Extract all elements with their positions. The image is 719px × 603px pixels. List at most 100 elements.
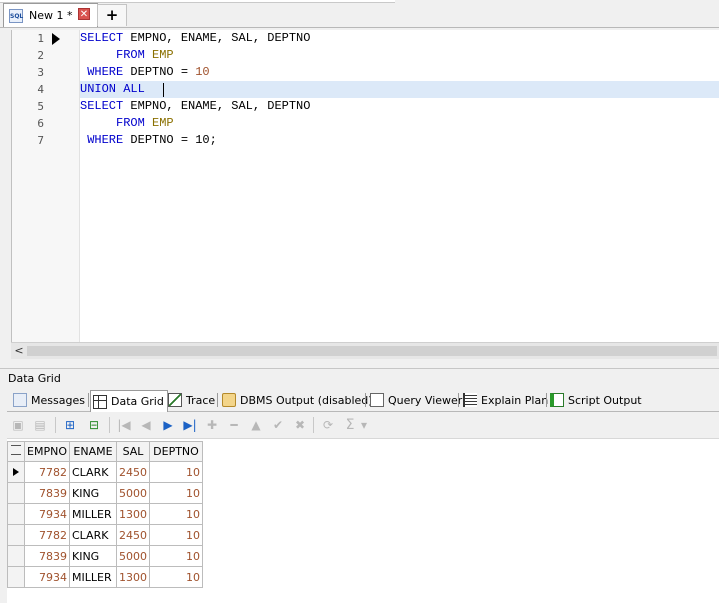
- code-line[interactable]: SELECT EMPNO, ENAME, SAL, DEPTNO: [80, 98, 719, 115]
- cell-empno[interactable]: 7934: [24, 503, 70, 525]
- query-viewer-icon: [370, 393, 384, 407]
- export-icon[interactable]: ▣: [9, 416, 27, 434]
- table-row[interactable]: 7782 CLARK 2450 10: [7, 524, 203, 546]
- line-number: 1: [37, 32, 44, 45]
- code-line[interactable]: FROM EMP: [80, 47, 719, 64]
- edit-record-icon[interactable]: ▲: [247, 416, 265, 434]
- data-grid-area: EMPNO ENAME SAL DEPTNO 7782 CLARK 2450 10 78…: [7, 439, 719, 603]
- table-row[interactable]: 7934 MILLER 1300 10: [7, 566, 203, 588]
- cell-sal[interactable]: 5000: [116, 545, 150, 567]
- table-row[interactable]: 7934 MILLER 1300 10: [7, 503, 203, 525]
- data-grid[interactable]: EMPNO ENAME SAL DEPTNO 7782 CLARK 2450 10 78…: [7, 441, 203, 588]
- close-tab-icon[interactable]: ✕: [78, 8, 90, 20]
- cell-ename[interactable]: MILLER: [69, 503, 117, 525]
- panel-title-label: Data Grid: [8, 372, 61, 385]
- tab-query-viewer[interactable]: Query Viewer: [370, 390, 462, 410]
- cell-deptno[interactable]: 10: [149, 566, 203, 588]
- table-row[interactable]: 7839 KING 5000 10: [7, 482, 203, 504]
- insert-record-icon[interactable]: ✚: [203, 416, 221, 434]
- code-token: FROM: [80, 48, 145, 62]
- cell-sal[interactable]: 5000: [116, 482, 150, 504]
- cell-empno[interactable]: 7839: [24, 482, 70, 504]
- cell-deptno[interactable]: 10: [149, 482, 203, 504]
- prior-record-icon[interactable]: ◀: [137, 416, 155, 434]
- sum-icon[interactable]: Σ: [341, 416, 359, 434]
- messages-icon: [13, 393, 27, 407]
- scrollbar-thumb[interactable]: [27, 346, 717, 356]
- next-record-icon[interactable]: ▶: [159, 416, 177, 434]
- post-edit-icon[interactable]: ✔: [269, 416, 287, 434]
- cancel-edit-icon[interactable]: ✖: [291, 416, 309, 434]
- document-tab-strip: SQL New 1 * ✕ +: [0, 0, 719, 28]
- cell-ename[interactable]: MILLER: [69, 566, 117, 588]
- code-line[interactable]: SELECT EMPNO, ENAME, SAL, DEPTNO: [80, 30, 719, 47]
- explain-plan-icon: [463, 393, 477, 407]
- code-line[interactable]: UNION ALL: [80, 81, 719, 98]
- sql-editor[interactable]: 1 2 3 4 5 6 7 SELECT EMPNO, ENAME, SAL, …: [11, 30, 719, 342]
- cell-sal[interactable]: 2450: [116, 461, 150, 483]
- refresh-icon[interactable]: ⟳: [319, 416, 337, 434]
- tab-script-output[interactable]: Script Output: [550, 390, 642, 410]
- apply-icon[interactable]: ⊟: [85, 416, 103, 434]
- new-tab-button[interactable]: +: [97, 4, 127, 26]
- results-panel-title: Data Grid: [0, 368, 719, 387]
- column-header-deptno[interactable]: DEPTNO: [149, 441, 203, 462]
- row-indicator-header[interactable]: [7, 441, 25, 462]
- row-indicator[interactable]: [7, 524, 25, 546]
- table-row[interactable]: 7839 KING 5000 10: [7, 545, 203, 567]
- cell-deptno[interactable]: 10: [149, 524, 203, 546]
- dbms-output-icon: [222, 393, 236, 407]
- cell-sal[interactable]: 1300: [116, 503, 150, 525]
- cell-deptno[interactable]: 10: [149, 503, 203, 525]
- document-tab-new-1[interactable]: SQL New 1 * ✕: [3, 3, 98, 27]
- row-indicator[interactable]: [7, 461, 25, 483]
- row-indicator[interactable]: [7, 482, 25, 504]
- cell-ename[interactable]: CLARK: [69, 524, 117, 546]
- cell-sal[interactable]: 1300: [116, 566, 150, 588]
- tab-data-grid[interactable]: Data Grid: [90, 390, 168, 412]
- code-token: SELECT: [80, 99, 124, 113]
- cell-empno[interactable]: 7782: [24, 461, 70, 483]
- print-icon[interactable]: ▤: [31, 416, 49, 434]
- code-line[interactable]: WHERE DEPTNO = 10: [80, 64, 719, 81]
- grid-body: 7782 CLARK 2450 10 7839 KING 5000 10 7934 MILLER 1…: [7, 461, 203, 588]
- tab-dbms-output[interactable]: DBMS Output (disabled): [222, 390, 373, 410]
- table-row[interactable]: 7782 CLARK 2450 10: [7, 461, 203, 483]
- tab-explain-plan[interactable]: Explain Plan: [463, 390, 548, 410]
- column-header-empno[interactable]: EMPNO: [24, 441, 70, 462]
- cell-ename[interactable]: KING: [69, 482, 117, 504]
- code-token: WHERE: [80, 133, 124, 147]
- tab-trace[interactable]: Trace: [168, 390, 215, 410]
- row-indicator[interactable]: [7, 503, 25, 525]
- column-header-sal[interactable]: SAL: [116, 441, 150, 462]
- scroll-left-arrow-icon[interactable]: <: [13, 345, 25, 357]
- column-header-ename[interactable]: ENAME: [69, 441, 117, 462]
- script-output-icon: [550, 393, 564, 407]
- code-line[interactable]: FROM EMP: [80, 115, 719, 132]
- cell-empno[interactable]: 7839: [24, 545, 70, 567]
- data-grid-icon: [93, 394, 107, 409]
- tab-query-viewer-label: Query Viewer: [388, 393, 463, 407]
- cell-ename[interactable]: CLARK: [69, 461, 117, 483]
- line-number: 2: [37, 49, 44, 62]
- sql-file-icon: SQL: [9, 9, 23, 23]
- row-indicator[interactable]: [7, 545, 25, 567]
- code-line[interactable]: WHERE DEPTNO = 10;: [80, 132, 719, 149]
- first-record-icon[interactable]: |◀: [115, 416, 133, 434]
- current-statement-arrow-icon: [52, 33, 60, 45]
- filter-icon[interactable]: ⊞: [61, 416, 79, 434]
- editor-horizontal-scrollbar[interactable]: <: [11, 342, 719, 359]
- sum-dropdown-icon[interactable]: ▾: [359, 416, 369, 434]
- last-record-icon[interactable]: ▶|: [181, 416, 199, 434]
- cell-deptno[interactable]: 10: [149, 461, 203, 483]
- cell-sal[interactable]: 2450: [116, 524, 150, 546]
- cell-deptno[interactable]: 10: [149, 545, 203, 567]
- cell-ename[interactable]: KING: [69, 545, 117, 567]
- row-indicator[interactable]: [7, 566, 25, 588]
- cell-empno[interactable]: 7934: [24, 566, 70, 588]
- delete-record-icon[interactable]: ━: [225, 416, 243, 434]
- cell-empno[interactable]: 7782: [24, 524, 70, 546]
- tab-messages[interactable]: Messages: [13, 390, 85, 410]
